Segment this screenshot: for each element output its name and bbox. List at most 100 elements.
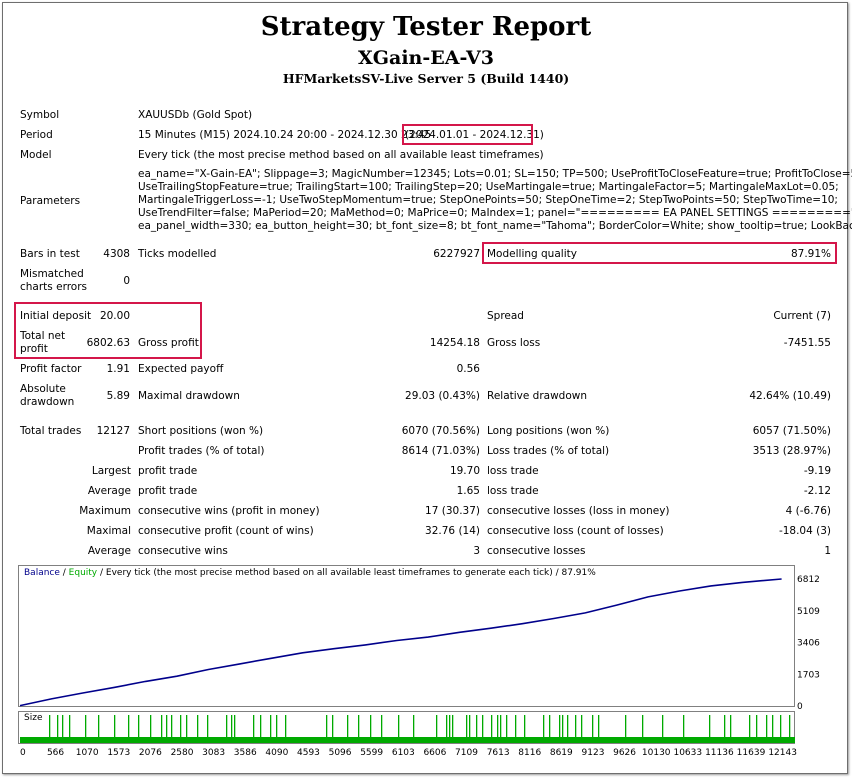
profit-trades-value: 8614 (71.03%) [401,445,480,457]
largest-profit-value: 19.70 [449,465,480,477]
average-profit-value: 1.65 [456,485,480,497]
rel-dd-label: Relative drawdown [487,390,588,402]
size-bar [625,715,627,737]
size-bar [85,715,87,737]
size-bar [381,715,383,737]
size-label: Size [24,713,43,723]
avg-cons-wins-label: consecutive wins [138,545,228,557]
size-bar [524,715,526,737]
size-bar [683,715,685,737]
size-bar [749,715,751,737]
size-bar [347,715,349,737]
parameters-line: MartingaleTriggerLoss=-1; UseTwoStepMome… [138,194,838,206]
profit-trades-label: Profit trades (% of total) [138,445,265,457]
max-cons-losses-value: 4 (-6.76) [785,505,831,517]
size-bar [549,715,551,737]
size-bar [57,715,59,737]
period-label: Period [20,129,53,141]
period-highlight-box [402,124,533,145]
size-bar [506,715,508,737]
parameters-value: ea_name="X-Gain-EA"; Slippage=3; MagicNu… [138,168,852,233]
spread-value: Current (7) [773,310,831,322]
size-bar [98,715,100,737]
size-bar [446,715,448,737]
size-bar [197,715,199,737]
size-bar [436,715,438,737]
size-bar [559,715,561,737]
expected-payoff-label: Expected payoff [138,363,224,375]
loss-trades-label: Loss trades (% of total) [487,445,610,457]
balance-chart-svg [19,566,796,708]
long-value: 6057 (71.50%) [752,425,831,437]
size-bar [543,715,545,737]
size-bar [575,715,577,737]
rel-dd-value: 42.64% (10.49) [749,390,831,402]
size-bar [780,715,782,737]
avg-cons-label: Average [87,545,131,557]
size-bar [562,715,564,737]
size-bar [358,715,360,737]
short-label: Short positions (won %) [138,425,264,437]
size-bar [772,715,774,737]
size-bar [724,715,726,737]
symbol-label: Symbol [20,109,60,121]
max-dd-label: Maximal drawdown [138,390,240,402]
size-bar [476,715,478,737]
average-loss-value: -2.12 [803,485,831,497]
size-bar [642,715,644,737]
largest-loss-value: -9.19 [803,465,831,477]
size-bar [497,715,499,737]
mismatched-value: 0 [123,275,130,287]
max-cons-losses-label: consecutive losses (loss in money) [487,505,670,517]
size-bar [515,715,517,737]
size-bar [469,715,471,737]
size-bar [150,715,152,737]
size-bar [326,715,328,737]
size-bar [662,715,664,737]
size-bar [207,715,209,737]
average-label: Average [87,485,131,497]
spread-label: Spread [487,310,524,322]
model-value: Every tick (the most precise method base… [138,149,544,161]
size-bar [138,715,140,737]
size-bar [482,715,484,737]
size-bar [789,715,791,737]
size-bar [592,715,594,737]
profit-factor-value: 1.91 [106,363,130,375]
max-cons-wins-value: 17 (30.37) [425,505,480,517]
size-bar [332,715,334,737]
ticks-label: Ticks modelled [138,248,217,260]
size-bar [128,715,130,737]
size-bar [276,715,278,737]
maximum-label: Maximum [79,505,131,517]
size-bar [69,715,71,737]
legend-description: / Every tick (the most precise method ba… [97,568,596,578]
largest-label: Largest [91,465,131,477]
legend-separator: / [59,568,69,578]
average-profit-label: profit trade [138,485,198,497]
chart-legend: Balance / Equity / Every tick (the most … [24,568,596,579]
size-bar [253,715,255,737]
maximal-cons-loss-value: -18.04 (3) [778,525,831,537]
size-bar [161,715,163,737]
maximal-label: Maximal [86,525,131,537]
parameters-line: ea_panel_width=330; ea_button_height=30;… [138,220,852,232]
size-bar [62,715,64,737]
size-bar [231,715,233,737]
ticks-value: 6227927 [433,248,480,260]
size-bar [166,715,168,737]
average-loss-label: loss trade [487,485,539,497]
size-bar [285,715,287,737]
size-bar [491,715,493,737]
parameters-line: ea_name="X-Gain-EA"; Slippage=3; MagicNu… [138,168,852,180]
gross-loss-label: Gross loss [487,337,541,349]
size-bar [270,715,272,737]
ea-name: XGain-EA-V3 [358,47,494,69]
size-bar [370,715,372,737]
parameters-line: UseTrailingStopFeature=true; TrailingSta… [138,181,839,193]
long-label: Long positions (won %) [487,425,610,437]
size-bar [598,715,600,737]
size-bar [500,715,502,737]
quality-highlight-box [482,242,837,264]
short-value: 6070 (70.56%) [401,425,480,437]
